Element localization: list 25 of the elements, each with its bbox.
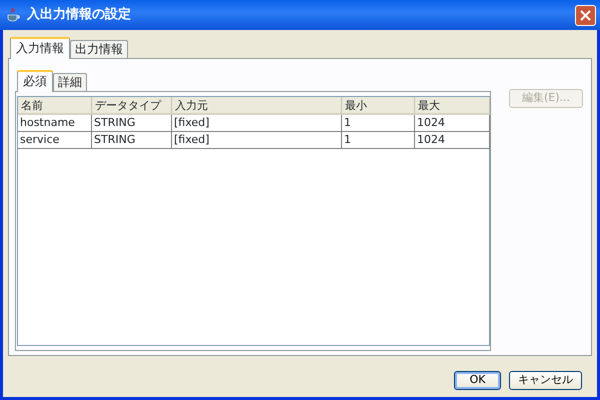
column-header[interactable]: 最大: [415, 97, 490, 115]
table-cell: STRING: [92, 115, 172, 132]
table-cell: [fixed]: [172, 115, 342, 132]
close-icon: [580, 10, 591, 20]
tab[interactable]: 詳細: [53, 73, 87, 91]
tab[interactable]: 必須: [17, 70, 53, 92]
window-title: 入出力情報の設定: [27, 6, 132, 24]
table-cell: STRING: [92, 132, 172, 149]
table-cell: 1024: [415, 132, 490, 149]
table-cell: 1: [342, 115, 415, 132]
table-cell: 1024: [415, 115, 490, 132]
column-header[interactable]: データタイプ: [92, 97, 172, 115]
table-cell: service: [18, 132, 92, 149]
table-cell: hostname: [18, 115, 92, 132]
cancel-button[interactable]: キャンセル: [509, 371, 582, 390]
table-cell: 1: [342, 132, 415, 149]
tab[interactable]: 入力情報: [10, 37, 70, 59]
column-header[interactable]: 入力元: [172, 97, 342, 115]
ok-button[interactable]: OK: [454, 371, 501, 390]
tab[interactable]: 出力情報: [70, 40, 128, 58]
column-header[interactable]: 最小: [342, 97, 415, 115]
java-cup-icon: [5, 7, 21, 23]
close-button[interactable]: [575, 4, 596, 26]
table-cell: [fixed]: [172, 132, 342, 149]
column-header[interactable]: 名前: [18, 97, 92, 115]
